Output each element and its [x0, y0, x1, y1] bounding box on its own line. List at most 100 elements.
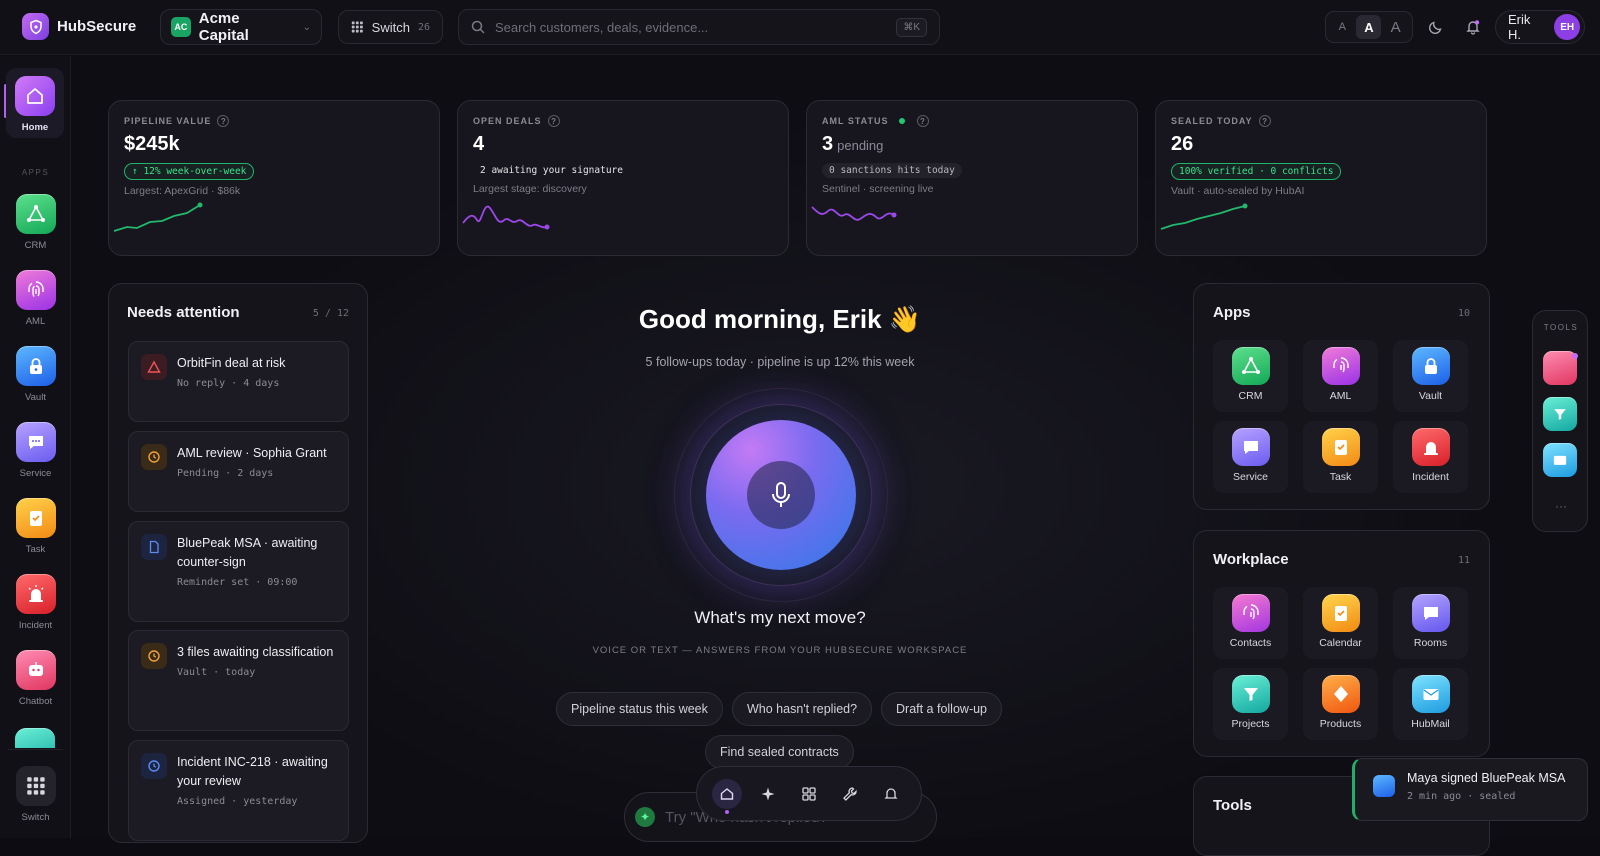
- app-tile-calendar[interactable]: Calendar: [1303, 587, 1378, 659]
- filter-icon[interactable]: [1543, 397, 1577, 431]
- bell-icon[interactable]: [1460, 14, 1486, 40]
- attention-item[interactable]: OrbitFin deal at risk No reply · 4 days: [128, 341, 349, 422]
- sidebar-item-home[interactable]: Home: [6, 68, 64, 138]
- kpi-card-pipeline[interactable]: PIPELINE VALUE? $245k ↑ 12% week-over-we…: [108, 100, 440, 256]
- font-size-small[interactable]: A: [1330, 15, 1355, 39]
- app-tile-rooms[interactable]: Rooms: [1393, 587, 1468, 659]
- sidebar-item-service[interactable]: Service: [0, 422, 71, 479]
- sparkline: [462, 205, 550, 230]
- sidebar-item-label: CRM: [24, 240, 47, 251]
- bell-icon[interactable]: [876, 779, 906, 809]
- attention-item[interactable]: 3 files awaiting classification Vault · …: [128, 630, 349, 731]
- sidebar-switch-button[interactable]: Switch: [0, 766, 71, 823]
- sidebar-item-task[interactable]: Task: [0, 498, 71, 555]
- sidebar-item-vault[interactable]: Vault: [0, 346, 71, 403]
- sparkle-icon[interactable]: ✦: [635, 807, 655, 827]
- app-tile-projects[interactable]: Projects: [1213, 668, 1288, 740]
- panel-count: 10: [1457, 308, 1470, 319]
- warning-icon: [141, 354, 167, 380]
- fingerprint-icon: [1321, 347, 1360, 385]
- envelope-icon[interactable]: [1543, 443, 1577, 477]
- kpi-badge: 0 sanctions hits today: [822, 163, 962, 178]
- toast-title: Maya signed BluePeak MSA: [1407, 771, 1566, 785]
- app-tile-contacts[interactable]: Contacts: [1213, 587, 1288, 659]
- kpi-label: SEALED TODAY: [1171, 116, 1253, 126]
- attention-meta: Vault · today: [177, 667, 256, 678]
- divider: [8, 749, 63, 750]
- sidebar-item-aml[interactable]: AML: [0, 270, 71, 327]
- tile-label: Products: [1319, 718, 1362, 730]
- prompt-caption: VOICE OR TEXT — ANSWERS FROM YOUR HUBSEC…: [592, 645, 968, 656]
- home-icon[interactable]: [712, 778, 743, 814]
- user-menu[interactable]: Erik H. EH: [1495, 10, 1585, 44]
- help-icon[interactable]: ?: [1258, 115, 1271, 127]
- kpi-sub: Largest stage: discovery: [473, 183, 587, 195]
- suggestion-chip[interactable]: Who hasn't replied?: [732, 692, 873, 726]
- app-tile-products[interactable]: Products: [1303, 668, 1378, 740]
- attention-title: AML review · Sophia Grant: [177, 446, 327, 460]
- kpi-badge: ↑ 12% week-over-week: [124, 163, 255, 180]
- sidebar-item-chatbot[interactable]: Chatbot: [0, 650, 71, 707]
- kpi-label: AML STATUS: [822, 116, 889, 126]
- attention-item[interactable]: BluePeak MSA · awaiting counter-sign Rem…: [128, 521, 349, 622]
- suggestion-chip[interactable]: Find sealed contracts: [705, 735, 854, 769]
- attention-item[interactable]: Incident INC-218 · awaiting your review …: [128, 740, 349, 841]
- kpi-card-aml-status[interactable]: AML STATUS? 3 pending 0 sanctions hits to…: [806, 100, 1138, 256]
- mic-icon[interactable]: [747, 461, 815, 529]
- suggestion-chip[interactable]: Draft a follow-up: [881, 692, 1003, 726]
- top-bar: HubSecure AC Acme Capital ⌄ Switch 26 ⌘K…: [0, 0, 1600, 55]
- attention-meta: Pending · 2 days: [177, 468, 274, 479]
- siren-icon: [15, 574, 56, 614]
- kpi-card-sealed-today[interactable]: SEALED TODAY? 26 100% verified · 0 confl…: [1155, 100, 1487, 256]
- toast-notification[interactable]: Maya signed BluePeak MSA 2 min ago · sea…: [1352, 758, 1588, 821]
- app-tile-hubmail[interactable]: HubMail: [1393, 668, 1468, 740]
- apps-grid-icon[interactable]: [794, 779, 824, 809]
- search-bar[interactable]: ⌘K: [458, 9, 940, 45]
- wrench-icon[interactable]: [835, 779, 865, 809]
- attention-meta: No reply · 4 days: [177, 378, 280, 389]
- help-icon[interactable]: ?: [916, 115, 929, 127]
- sidebar-item-crm[interactable]: CRM: [0, 194, 71, 251]
- help-icon[interactable]: ?: [217, 115, 230, 127]
- kpi-value: $245k: [124, 133, 424, 156]
- moon-icon[interactable]: [1423, 14, 1449, 40]
- more-icon[interactable]: ···: [1533, 499, 1589, 513]
- chat-bubble-icon: [1231, 428, 1270, 466]
- grid-icon: [351, 21, 363, 33]
- font-size-medium[interactable]: A: [1356, 15, 1382, 39]
- sidebar-item-partial[interactable]: [15, 728, 55, 748]
- tile-label: Service: [1232, 471, 1268, 483]
- font-size-toggle[interactable]: A A A: [1325, 11, 1413, 43]
- sidebar-item-label: Task: [25, 544, 46, 555]
- attention-item[interactable]: AML review · Sophia Grant Pending · 2 da…: [128, 431, 349, 512]
- sparkle-icon[interactable]: [753, 779, 783, 809]
- bottom-dock: [696, 766, 922, 821]
- siren-icon: [1411, 428, 1450, 466]
- apps-panel: Apps 10 CRM AML Vault Service Task Incid…: [1193, 283, 1490, 510]
- tile-label: Task: [1329, 471, 1352, 483]
- org-selector[interactable]: AC Acme Capital ⌄: [160, 9, 322, 45]
- kpi-badge: 2 awaiting your signature: [480, 165, 623, 176]
- app-tile-incident[interactable]: Incident: [1393, 421, 1468, 493]
- kpi-badge: 100% verified · 0 conflicts: [1171, 163, 1342, 180]
- rail-heading: TOOLS: [1543, 323, 1579, 332]
- suggestion-chip[interactable]: Pipeline status this week: [556, 692, 723, 726]
- search-input[interactable]: [495, 19, 887, 35]
- sidebar-item-label: Service: [19, 468, 52, 479]
- app-tile-aml[interactable]: AML: [1303, 340, 1378, 412]
- toast-meta: 2 min ago · sealed: [1407, 791, 1516, 802]
- help-icon[interactable]: ?: [547, 115, 560, 127]
- tile-label: Calendar: [1319, 637, 1362, 649]
- app-tile-task[interactable]: Task: [1303, 421, 1378, 493]
- font-size-large[interactable]: A: [1383, 15, 1408, 39]
- brand[interactable]: HubSecure: [22, 13, 136, 40]
- app-tile-vault[interactable]: Vault: [1393, 340, 1468, 412]
- kpi-card-open-deals[interactable]: OPEN DEALS? 4 2 awaiting your signature …: [457, 100, 789, 256]
- sidebar-item-incident[interactable]: Incident: [0, 574, 71, 631]
- user-name: Erik H.: [1508, 12, 1531, 42]
- org-badge: AC: [171, 17, 191, 37]
- kpi-label: OPEN DEALS: [473, 116, 542, 126]
- app-tile-service[interactable]: Service: [1213, 421, 1288, 493]
- app-tile-crm[interactable]: CRM: [1213, 340, 1288, 412]
- switch-button[interactable]: Switch 26: [338, 10, 443, 44]
